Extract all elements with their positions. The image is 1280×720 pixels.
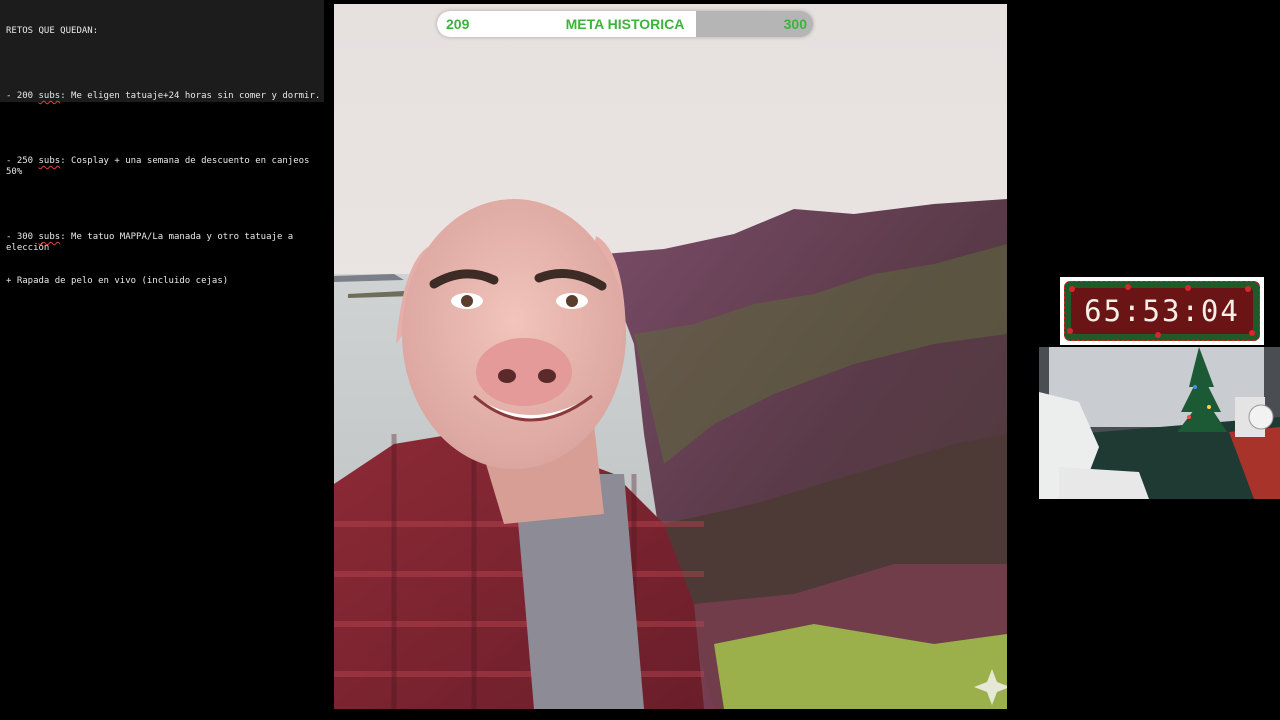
webcam-room-illustration <box>1039 347 1280 499</box>
stream-image <box>334 4 1007 709</box>
timer-value: 65:53:04 <box>1071 288 1253 334</box>
challenges-title: RETOS QUE QUEDAN: <box>6 26 99 36</box>
cliff-selfie-illustration <box>334 4 1007 709</box>
goal-title: META HISTORICA <box>565 16 685 32</box>
challenge-item-continuation: + Rapada de pelo en vivo (incluido cejas… <box>6 276 229 286</box>
challenge-item: - 300 subs: Me tatuo MAPPA/La manada y o… <box>6 232 299 253</box>
goal-progress-bar: 209 META HISTORICA 300 <box>437 11 813 37</box>
challenge-item: - 250 subs: Cosplay + una semana de desc… <box>6 156 315 177</box>
countdown-timer: 65:53:04 <box>1060 277 1264 345</box>
timer-wreath-frame: 65:53:04 <box>1064 281 1260 341</box>
goal-target-count: 300 <box>783 16 807 32</box>
challenges-panel: RETOS QUE QUEDAN: - 200 subs: Me eligen … <box>0 0 324 286</box>
challenge-item: - 200 subs: Me eligen tatuaje+24 horas s… <box>6 91 321 101</box>
webcam-feed <box>1039 347 1280 499</box>
